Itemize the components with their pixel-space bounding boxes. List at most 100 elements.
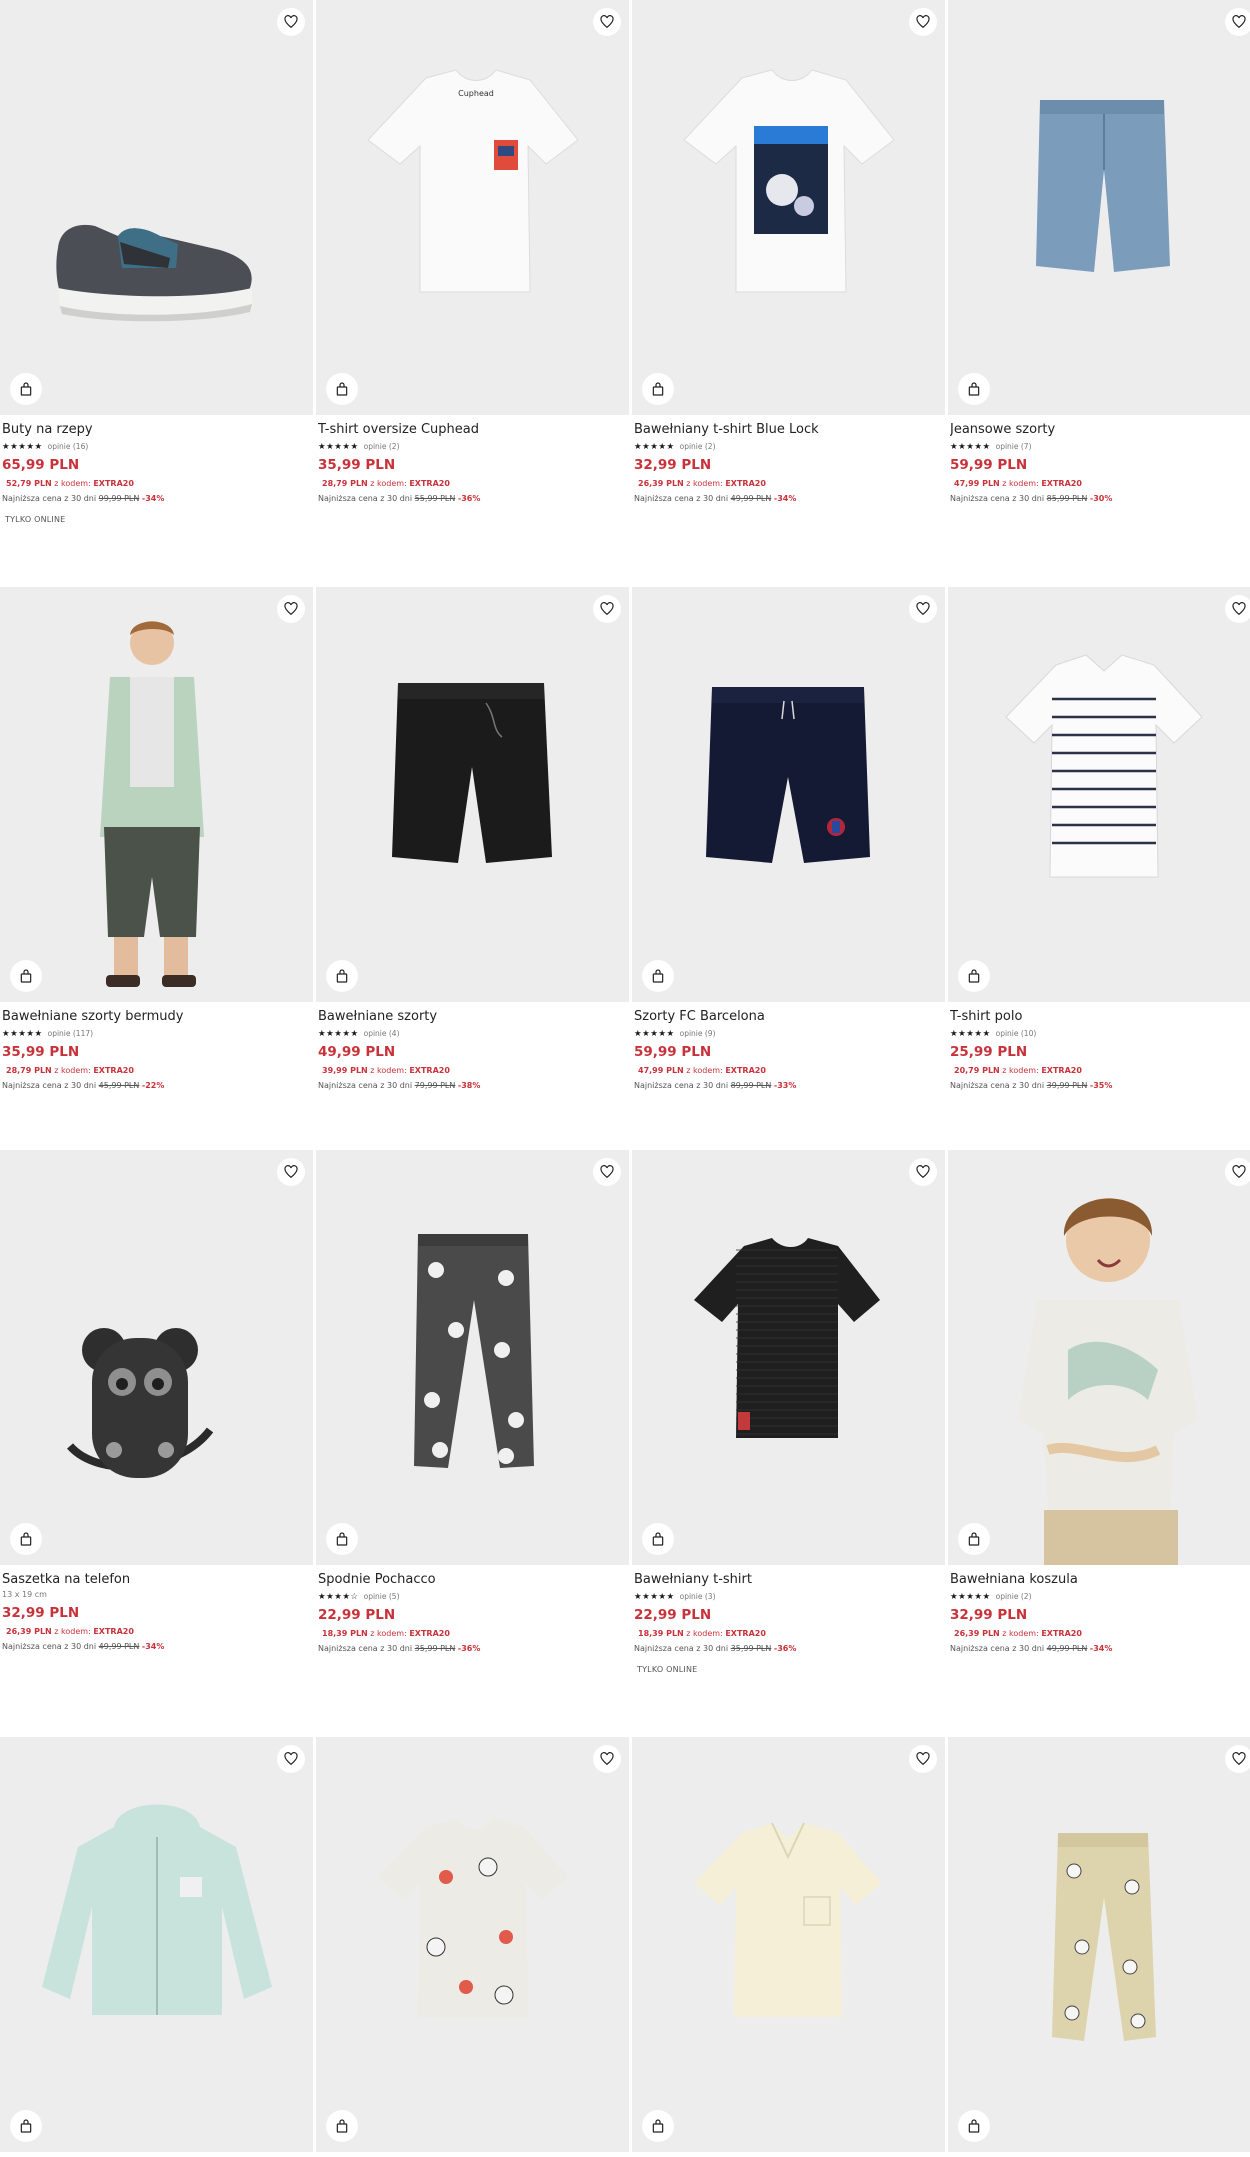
- add-to-wishlist-button[interactable]: [593, 595, 621, 623]
- add-to-cart-button[interactable]: [642, 960, 674, 992]
- product-image[interactable]: [0, 0, 313, 415]
- product-card[interactable]: [316, 1737, 629, 2152]
- product-card[interactable]: Jeansowe szorty ★★★★★ opinie (7) 59,99 PL…: [948, 0, 1250, 505]
- product-image[interactable]: [948, 1737, 1250, 2152]
- product-title[interactable]: Bawełniane szorty bermudy: [2, 1009, 311, 1025]
- product-title[interactable]: T-shirt oversize Cuphead: [318, 422, 627, 438]
- product-image[interactable]: [632, 587, 945, 1002]
- product-image[interactable]: [316, 1150, 629, 1565]
- opinions-count[interactable]: opinie (117): [48, 1029, 93, 1039]
- add-to-wishlist-button[interactable]: [1225, 1745, 1250, 1773]
- add-to-cart-button[interactable]: [10, 1523, 42, 1555]
- add-to-wishlist-button[interactable]: [1225, 8, 1250, 36]
- add-to-wishlist-button[interactable]: [593, 8, 621, 36]
- product-image[interactable]: Cuphead: [316, 0, 629, 415]
- opinions-count[interactable]: opinie (5): [364, 1592, 400, 1602]
- product-image[interactable]: [948, 0, 1250, 415]
- add-to-wishlist-button[interactable]: [1225, 1158, 1250, 1186]
- add-to-cart-button[interactable]: [10, 2110, 42, 2142]
- opinions-count[interactable]: opinie (9): [680, 1029, 716, 1039]
- product-image[interactable]: [316, 1737, 629, 2152]
- product-card[interactable]: Bawełniany t-shirt ★★★★★ opinie (3) 22,99…: [632, 1150, 945, 1674]
- opinions-count[interactable]: opinie (7): [996, 442, 1032, 452]
- product-card[interactable]: Buty na rzepy ★★★★★ opinie (16) 65,99 PLN…: [0, 0, 313, 524]
- add-to-wishlist-button[interactable]: [909, 1745, 937, 1773]
- add-to-cart-button[interactable]: [958, 2110, 990, 2142]
- add-to-cart-button[interactable]: [642, 1523, 674, 1555]
- product-card[interactable]: Spodnie Pochacco ★★★★☆ opinie (5) 22,99 P…: [316, 1150, 629, 1655]
- product-title[interactable]: Bawełniane szorty: [318, 1009, 627, 1025]
- promo-code: EXTRA20: [409, 479, 450, 488]
- promo-value: 47,99 PLN: [954, 479, 1000, 488]
- product-title[interactable]: Jeansowe szorty: [950, 422, 1250, 438]
- add-to-wishlist-button[interactable]: [277, 8, 305, 36]
- add-to-cart-button[interactable]: [642, 2110, 674, 2142]
- add-to-cart-button[interactable]: [326, 960, 358, 992]
- lowest-price-info: Najniższa cena z 30 dni 55,99 PLN -36%: [318, 493, 627, 505]
- add-to-wishlist-button[interactable]: [909, 8, 937, 36]
- product-image[interactable]: [948, 1150, 1250, 1565]
- product-title[interactable]: Bawełniany t-shirt: [634, 1572, 943, 1588]
- add-to-wishlist-button[interactable]: [277, 1745, 305, 1773]
- add-to-cart-button[interactable]: [958, 960, 990, 992]
- product-image[interactable]: [632, 1737, 945, 2152]
- product-title[interactable]: Szorty FC Barcelona: [634, 1009, 943, 1025]
- add-to-cart-button[interactable]: [10, 960, 42, 992]
- add-to-cart-button[interactable]: [958, 1523, 990, 1555]
- add-to-cart-button[interactable]: [326, 1523, 358, 1555]
- product-card[interactable]: [948, 1737, 1250, 2152]
- opinions-count[interactable]: opinie (2): [364, 442, 400, 452]
- promo-price: 47,99 PLN z kodem: EXTRA20: [634, 1065, 943, 1077]
- add-to-cart-button[interactable]: [10, 373, 42, 405]
- add-to-wishlist-button[interactable]: [277, 1158, 305, 1186]
- add-to-wishlist-button[interactable]: [593, 1158, 621, 1186]
- discount-percent: -38%: [457, 1081, 481, 1090]
- promo-price: 39,99 PLN z kodem: EXTRA20: [318, 1065, 627, 1077]
- product-title[interactable]: Buty na rzepy: [2, 422, 311, 438]
- add-to-cart-button[interactable]: [326, 373, 358, 405]
- opinions-count[interactable]: opinie (2): [996, 1592, 1032, 1602]
- product-title[interactable]: Bawełniana koszula: [950, 1572, 1250, 1588]
- add-to-cart-button[interactable]: [642, 373, 674, 405]
- opinions-count[interactable]: opinie (4): [364, 1029, 400, 1039]
- product-title[interactable]: Spodnie Pochacco: [318, 1572, 627, 1588]
- product-image[interactable]: [316, 587, 629, 1002]
- product-title[interactable]: Saszetka na telefon: [2, 1572, 311, 1588]
- opinions-count[interactable]: opinie (10): [996, 1029, 1037, 1039]
- product-image[interactable]: [632, 1150, 945, 1565]
- product-card[interactable]: [0, 1737, 313, 2152]
- add-to-wishlist-button[interactable]: [1225, 595, 1250, 623]
- add-to-wishlist-button[interactable]: [909, 595, 937, 623]
- product-card[interactable]: Bawełniane szorty bermudy ★★★★★ opinie (1…: [0, 587, 313, 1092]
- product-card[interactable]: T-shirt polo ★★★★★ opinie (10) 25,99 PLN …: [948, 587, 1250, 1092]
- add-to-wishlist-button[interactable]: [593, 1745, 621, 1773]
- product-card[interactable]: Saszetka na telefon 13 x 19 cm 32,99 PLN…: [0, 1150, 313, 1653]
- lowest-price-info: Najniższa cena z 30 dni 49,99 PLN -34%: [2, 1641, 311, 1653]
- opinions-count[interactable]: opinie (2): [680, 442, 716, 452]
- lowest-old-price: 55,99 PLN: [414, 494, 456, 503]
- promo-value: 28,79 PLN: [6, 1066, 52, 1075]
- product-card[interactable]: Szorty FC Barcelona ★★★★★ opinie (9) 59,9…: [632, 587, 945, 1092]
- add-to-wishlist-button[interactable]: [277, 595, 305, 623]
- product-image[interactable]: [0, 1150, 313, 1565]
- product-card[interactable]: [632, 1737, 945, 2152]
- product-grid: Buty na rzepy ★★★★★ opinie (16) 65,99 PLN…: [0, 0, 1250, 2157]
- rating-stars: ★★★★★: [950, 1028, 991, 1039]
- opinions-count[interactable]: opinie (3): [680, 1592, 716, 1602]
- product-image[interactable]: [948, 587, 1250, 1002]
- product-image[interactable]: [0, 1737, 313, 2152]
- product-card[interactable]: Cuphead T-shirt oversize Cuphead ★★★★★ op…: [316, 0, 629, 505]
- add-to-wishlist-button[interactable]: [909, 1158, 937, 1186]
- lowest-price-label: Najniższa cena z 30 dni: [634, 1644, 729, 1653]
- product-card[interactable]: Bawełniane szorty ★★★★★ opinie (4) 49,99 …: [316, 587, 629, 1092]
- add-to-cart-button[interactable]: [326, 2110, 358, 2142]
- add-to-cart-button[interactable]: [958, 373, 990, 405]
- product-card[interactable]: Bawełniany t-shirt Blue Lock ★★★★★ opinie…: [632, 0, 945, 505]
- promo-label: z kodem:: [54, 1627, 91, 1636]
- product-title[interactable]: T-shirt polo: [950, 1009, 1250, 1025]
- product-card[interactable]: Bawełniana koszula ★★★★★ opinie (2) 32,99…: [948, 1150, 1250, 1655]
- product-image[interactable]: [632, 0, 945, 415]
- product-image[interactable]: [0, 587, 313, 1002]
- product-title[interactable]: Bawełniany t-shirt Blue Lock: [634, 422, 943, 438]
- opinions-count[interactable]: opinie (16): [48, 442, 89, 452]
